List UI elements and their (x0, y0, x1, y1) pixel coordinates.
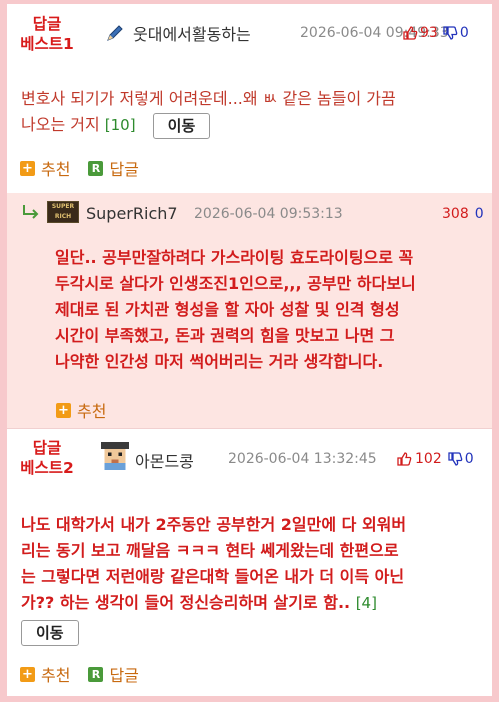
author-nickname[interactable]: SuperRich7 (86, 204, 178, 223)
comment-text-line: 나약한 인간성 마저 썩어버리는 거라 생각합니다. (55, 352, 384, 371)
reply-arrow-icon (23, 205, 39, 219)
comment-date: 2026-06-04 13:32:45 (228, 451, 377, 467)
comment-date: 2026-06-04 09:53:13 (194, 206, 343, 222)
reply-button[interactable]: R 답글 (88, 156, 139, 180)
reply-label: 답글 (109, 666, 139, 685)
vote-box: 102 0 (396, 451, 474, 467)
comment-text-line: 변호사 되기가 저렇게 어려운데...왜 ㅄ 같은 놈들이 가끔 (21, 89, 396, 108)
best-badge-line1: 답글 (32, 439, 62, 457)
comment-text-line: 리는 동기 보고 깨달음 ㅋㅋㅋ 현타 쎄게왔는데 한편으로 (21, 541, 399, 560)
recommend-button[interactable]: + 추천 (56, 398, 106, 422)
best-badge: 답글 베스트2 (7, 438, 87, 478)
plus-icon: + (56, 402, 71, 418)
comment-actions: + 추천 R 답글 (20, 662, 157, 686)
recommend-label: 추천 (41, 666, 71, 685)
comment-text-line: 는 그렇다면 저런애랑 같은대학 들어온 내가 더 이득 아닌 (21, 567, 405, 586)
thumbs-down-icon[interactable] (447, 451, 463, 467)
downvote-count: 0 (459, 25, 469, 41)
upvote-count[interactable]: 308 (442, 206, 469, 222)
comment-text-line: 나오는 거지 (21, 115, 100, 134)
author-nickname[interactable]: 웃대에서활동하는 (133, 21, 251, 45)
upvote-count: 93 (420, 25, 438, 41)
move-button[interactable]: 이동 (21, 620, 79, 646)
reply-label: 답글 (109, 160, 139, 179)
best-badge-line1: 답글 (32, 15, 62, 33)
comment-body: 나도 대학가서 내가 2주동안 공부한거 2일만에 다 외워버 리는 동기 보고… (21, 512, 492, 616)
comment-text-line: 가?? 하는 생각이 들어 정신승리하며 살기로 함.. (21, 593, 351, 612)
avatar: SUPER RICH (47, 201, 79, 223)
comment-text-line: 일단.. 공부만잘하려다 가스라이팅 효도라이팅으로 꼭 (55, 248, 414, 267)
comment-text-line: 나도 대학가서 내가 2주동안 공부한거 2일만에 다 외워버 (21, 515, 407, 534)
recommend-button[interactable]: + 추천 (20, 156, 70, 180)
comment-best-1: 답글 베스트1 웃대에서활동하는 2026-06-04 09:49:33 93 … (7, 4, 492, 193)
best-badge: 답글 베스트1 (7, 14, 87, 54)
recommend-label: 추천 (77, 402, 107, 421)
downvote-count: 0 (464, 451, 474, 467)
thumbs-down-icon[interactable] (442, 25, 458, 41)
comment-body: 변호사 되기가 저렇게 어려운데...왜 ㅄ 같은 놈들이 가끔 나오는 거지 … (21, 86, 486, 139)
reply-count: [10] (104, 116, 136, 134)
move-button[interactable]: 이동 (152, 112, 211, 139)
comment-actions: + 추천 R 답글 (20, 156, 157, 180)
comment-text-line: 시간이 부족했고, 돈과 권력의 힘을 맛보고 나면 그 (55, 326, 395, 345)
reply-r-icon: R (88, 666, 104, 682)
reply-r-icon: R (88, 160, 104, 176)
best-badge-line2: 베스트2 (20, 459, 74, 477)
comment-body: 일단.. 공부만잘하려다 가스라이팅 효도라이팅으로 꼭 두각시로 살다가 인생… (55, 245, 492, 375)
pencil-icon (107, 25, 123, 41)
recommend-label: 추천 (41, 160, 71, 179)
reply-button[interactable]: R 답글 (88, 662, 139, 686)
comment-text-line: 제대로 된 가치관 형성을 할 자아 성찰 및 인격 형성 (55, 300, 400, 319)
comment-list: 답글 베스트1 웃대에서활동하는 2026-06-04 09:49:33 93 … (7, 4, 492, 696)
comment-best-2: 답글 베스트2 아몬드콩 2026-06-04 13:32:45 102 0 나… (7, 429, 492, 696)
plus-icon: + (20, 160, 35, 176)
author-nickname[interactable]: 아몬드콩 (135, 448, 194, 472)
plus-icon: + (20, 666, 35, 682)
comment-text-line: 두각시로 살다가 인생조진1인으로,,, 공부만 하다보니 (55, 274, 416, 293)
upvote-count: 102 (415, 451, 442, 467)
avatar (101, 442, 129, 470)
comment-actions: + 추천 (56, 398, 124, 422)
best-badge-line2: 베스트1 (20, 35, 74, 53)
downvote-count[interactable]: 0 (475, 206, 484, 222)
reply-count: [4] (355, 594, 377, 612)
vote-box: 93 0 (402, 25, 469, 41)
vote-box: 308 0 (442, 206, 484, 222)
reply-comment: SUPER RICH SuperRich7 2026-06-04 09:53:1… (7, 193, 492, 428)
thumbs-up-icon[interactable] (402, 25, 418, 41)
recommend-button[interactable]: + 추천 (20, 662, 70, 686)
thumbs-up-icon[interactable] (396, 451, 412, 467)
